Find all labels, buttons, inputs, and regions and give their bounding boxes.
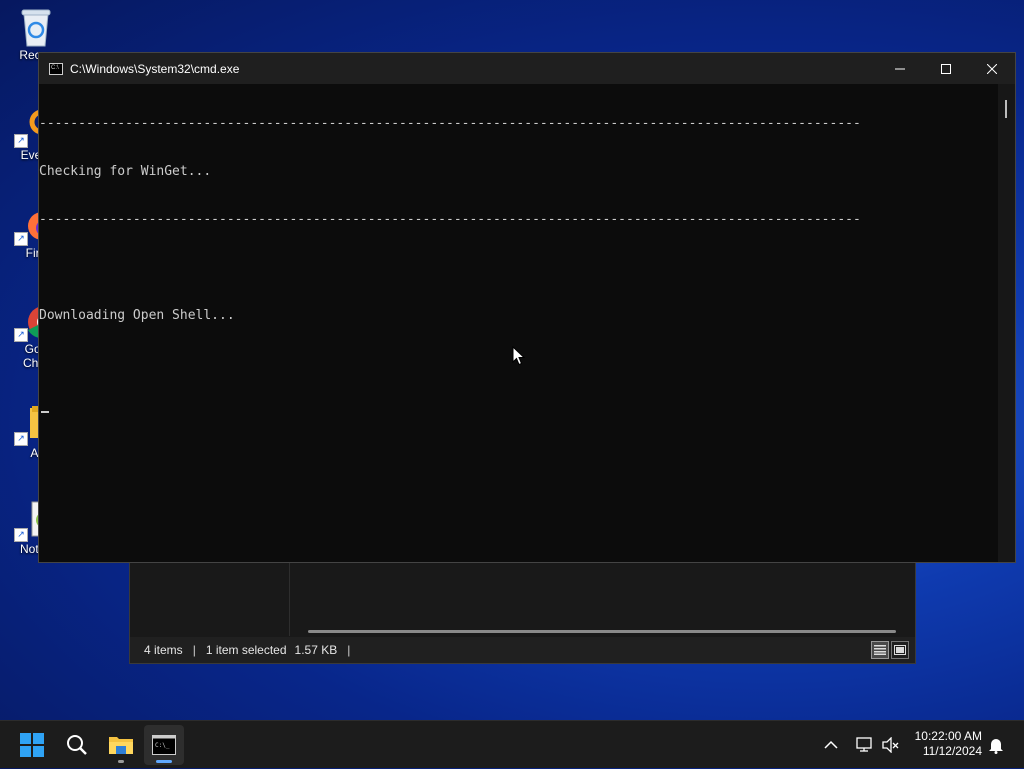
- minimize-icon: [895, 68, 905, 69]
- window-titlebar[interactable]: C:\ C:\Windows\System32\cmd.exe: [39, 53, 1015, 84]
- console-line: Downloading Open Shell...: [39, 308, 235, 323]
- network-icon: [856, 737, 872, 752]
- bell-icon: [989, 739, 1003, 754]
- window-title: C:\Windows\System32\cmd.exe: [70, 61, 240, 76]
- close-button[interactable]: [969, 53, 1015, 84]
- search-icon: [67, 735, 87, 755]
- view-toggle-group: [871, 641, 909, 659]
- terminal-icon: C:\_: [152, 735, 176, 755]
- console-cursor-line: [39, 404, 999, 420]
- minimize-button[interactable]: [877, 53, 923, 84]
- cmd-app-icon: C:\: [49, 62, 63, 75]
- shortcut-arrow-icon: ↗: [14, 528, 28, 542]
- status-selected-size: 1.57 KB: [294, 643, 338, 657]
- details-view-button[interactable]: [871, 641, 889, 659]
- clock-time: 10:22:00 AM: [914, 729, 982, 743]
- network-tray-button[interactable]: [856, 721, 874, 769]
- mouse-pointer-icon: [512, 345, 526, 366]
- horizontal-scrollbar[interactable]: [308, 630, 896, 633]
- svg-text:C:\_: C:\_: [155, 742, 170, 749]
- active-indicator: [156, 760, 172, 763]
- status-selected-count: 1 item selected: [205, 643, 287, 657]
- console-line: ----------------------------------------…: [39, 116, 861, 131]
- status-separator: |: [347, 643, 351, 657]
- chevron-up-icon: [824, 740, 838, 749]
- maximize-button[interactable]: [923, 53, 969, 84]
- command-prompt-taskbar-button[interactable]: C:\_: [144, 725, 184, 765]
- status-separator: |: [192, 643, 196, 657]
- shortcut-arrow-icon: ↗: [14, 432, 28, 446]
- shortcut-arrow-icon: ↗: [14, 232, 28, 246]
- recycle-bin-icon: [18, 6, 54, 47]
- show-hidden-icons-button[interactable]: [824, 721, 838, 769]
- text-cursor: [41, 410, 49, 413]
- volume-muted-icon: [882, 737, 899, 753]
- large-icons-view-icon: [894, 645, 906, 655]
- details-view-icon: [874, 645, 886, 655]
- notifications-button[interactable]: [988, 721, 1004, 769]
- console-line: ----------------------------------------…: [39, 212, 861, 227]
- status-item-count: 4 items: [144, 643, 183, 657]
- taskbar: C:\_ 10:22:00 AM 11/12/2024: [0, 720, 1024, 768]
- taskbar-clock[interactable]: 10:22:00 AM 11/12/2024: [915, 729, 982, 759]
- close-icon: [987, 63, 997, 74]
- volume-tray-button[interactable]: [882, 721, 900, 769]
- console-line: Checking for WinGet...: [39, 164, 212, 179]
- console-output[interactable]: ----------------------------------------…: [39, 84, 999, 562]
- shortcut-arrow-icon: ↗: [14, 328, 28, 342]
- command-prompt-window[interactable]: C:\ C:\Windows\System32\cmd.exe --------…: [38, 52, 1016, 563]
- clock-date: 11/12/2024: [922, 744, 982, 758]
- folder-icon: [109, 737, 133, 754]
- shortcut-arrow-icon: ↗: [14, 134, 28, 148]
- explorer-status-bar: 4 items | 1 item selected 1.57 KB |: [130, 637, 915, 663]
- vertical-scrollbar[interactable]: [998, 84, 1015, 562]
- large-icons-view-button[interactable]: [891, 641, 909, 659]
- start-button[interactable]: [12, 725, 52, 765]
- scrollbar-thumb[interactable]: [1005, 100, 1007, 118]
- search-button[interactable]: [57, 725, 97, 765]
- maximize-icon: [941, 63, 951, 74]
- windows-logo-icon: [20, 733, 44, 757]
- file-explorer-taskbar-button[interactable]: [101, 725, 141, 765]
- running-indicator: [118, 760, 124, 763]
